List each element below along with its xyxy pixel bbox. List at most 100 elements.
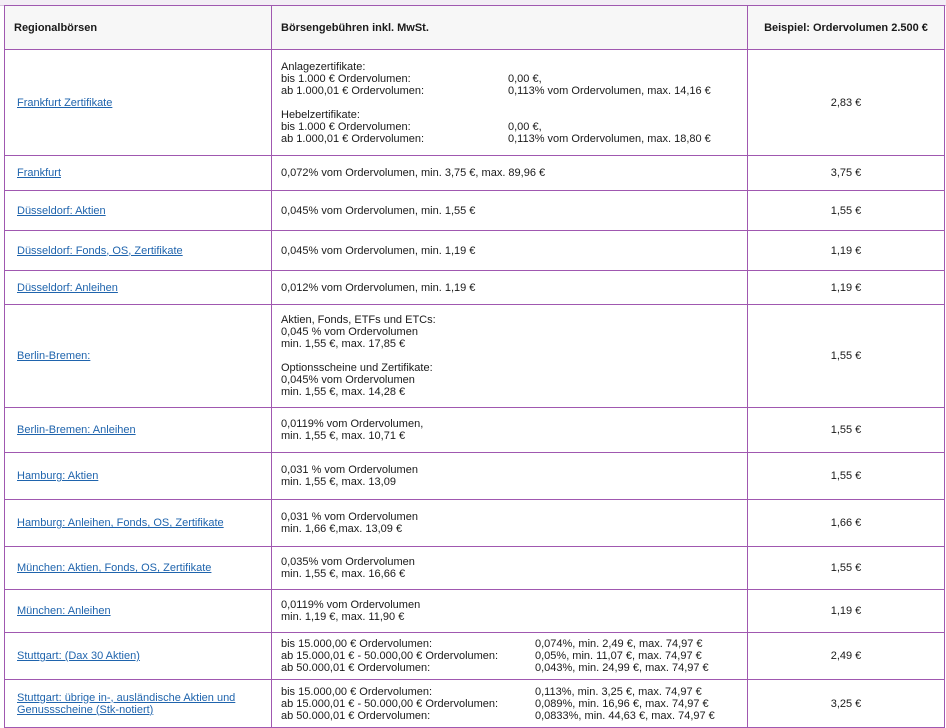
table-row: Berlin-Bremen: Aktien, Fonds, ETFs und ET… xyxy=(4,304,945,408)
fee-cell: bis 15.000,00 € Ordervolumen: 0,113%, min… xyxy=(271,679,748,728)
example-value: 1,55 € xyxy=(747,546,945,590)
fee-text: min. 1,66 €,max. 13,09 € xyxy=(281,523,403,535)
exchange-link[interactable]: Stuttgart: übrige in-, ausländische Akti… xyxy=(17,692,235,716)
exchange-link[interactable]: Düsseldorf: Anleihen xyxy=(17,282,118,294)
fee-threshold: bis 1.000 € Ordervolumen: xyxy=(281,120,411,133)
fee-text: 0,045% vom Ordervolumen, min. 1,19 € xyxy=(281,244,476,257)
fee-line: bis 15.000,00 € Ordervolumen: 0,074%, min… xyxy=(281,638,739,650)
exchange-cell: Düsseldorf: Aktien xyxy=(4,190,272,231)
example-value: 1,55 € xyxy=(747,452,945,500)
fee-cell: Anlagezertifikate: bis 1.000 € Ordervolum… xyxy=(271,49,748,156)
example-value: 1,55 € xyxy=(747,407,945,453)
example-value: 1,19 € xyxy=(747,589,945,633)
fee-cell: bis 15.000,00 € Ordervolumen: 0,074%, min… xyxy=(271,632,748,680)
fee-table: Regionalbörsen Börsengebühren inkl. MwSt… xyxy=(4,5,945,728)
exchange-cell: Berlin-Bremen: xyxy=(4,304,272,408)
exchange-link[interactable]: Frankfurt xyxy=(17,167,61,179)
fee-cell: 0,031 % vom Ordervolumen min. 1,55 €, max… xyxy=(271,452,748,500)
fee-line: ab 50.000,01 € Ordervolumen: 0,043%, min.… xyxy=(281,662,739,674)
fee-line: ab 1.000,01 € Ordervolumen: 0,113% vom Or… xyxy=(281,85,739,97)
exchange-link[interactable]: Stuttgart: (Dax 30 Aktien) xyxy=(17,650,140,662)
header-fees: Börsengebühren inkl. MwSt. xyxy=(271,5,748,50)
fee-line: bis 1.000 € Ordervolumen: 0,00 €, xyxy=(281,121,739,133)
example-value: 2,83 € xyxy=(747,49,945,156)
fee-cell: Aktien, Fonds, ETFs und ETCs: 0,045 % vom… xyxy=(271,304,748,408)
fee-text: Optionsscheine und Zertifikate: xyxy=(281,362,433,374)
fee-text: 0,0119% vom Ordervolumen xyxy=(281,599,421,611)
fee-line: ab 1.000,01 € Ordervolumen: 0,113% vom Or… xyxy=(281,133,739,145)
header-row: Regionalbörsen Börsengebühren inkl. MwSt… xyxy=(4,5,945,50)
fee-rate: 0,05%, min. 11,07 €, max. 74,97 € xyxy=(535,650,702,662)
exchange-cell: München: Anleihen xyxy=(4,589,272,633)
exchange-link[interactable]: Düsseldorf: Fonds, OS, Zertifikate xyxy=(17,245,183,257)
table-row: Hamburg: Aktien 0,031 % vom Ordervolumen m… xyxy=(4,452,945,500)
exchange-cell: Stuttgart: übrige in-, ausländische Akti… xyxy=(4,679,272,728)
exchange-cell: Frankfurt Zertifikate xyxy=(4,49,272,156)
exchange-cell: Berlin-Bremen: Anleihen xyxy=(4,407,272,453)
fee-text: Hebelzertifikate: xyxy=(281,108,360,121)
table-row: Stuttgart: (Dax 30 Aktien) bis 15.000,00 … xyxy=(4,632,945,680)
exchange-link[interactable]: Frankfurt Zertifikate xyxy=(17,97,112,109)
fee-text: min. 1,55 €, max. 13,09 xyxy=(281,476,396,488)
fee-threshold: ab 50.000,01 € Ordervolumen: xyxy=(281,662,431,674)
fee-rate: 0,113% vom Ordervolumen, max. 14,16 € xyxy=(508,84,711,97)
table-row: München: Anleihen 0,0119% vom Ordervolume… xyxy=(4,589,945,633)
table-row: Frankfurt 0,072% vom Ordervolumen, min. 3… xyxy=(4,155,945,191)
fee-threshold: bis 15.000,00 € Ordervolumen: xyxy=(281,638,433,650)
exchange-link[interactable]: Hamburg: Anleihen, Fonds, OS, Zertifikat… xyxy=(17,517,224,529)
fee-line: bis 15.000,00 € Ordervolumen: 0,113%, min… xyxy=(281,686,739,698)
fee-text: min. 1,19 €, max. 11,90 € xyxy=(281,611,405,623)
fee-rate: 0,074%, min. 2,49 €, max. 74,97 € xyxy=(535,638,703,650)
fee-text: min. 1,55 €, max. 10,71 € xyxy=(281,430,406,442)
example-value: 3,75 € xyxy=(747,155,945,191)
exchange-link[interactable]: München: Anleihen xyxy=(17,605,111,617)
fee-text: 0,031 % vom Ordervolumen xyxy=(281,464,418,476)
example-value: 2,49 € xyxy=(747,632,945,680)
fee-rate: 0,043%, min. 24,99 €, max. 74,97 € xyxy=(535,662,709,674)
exchange-link[interactable]: Berlin-Bremen: Anleihen xyxy=(17,424,136,436)
fee-text: 0,012% vom Ordervolumen, min. 1,19 € xyxy=(281,281,476,294)
fee-text: min. 1,55 €, max. 16,66 € xyxy=(281,568,406,580)
table-row: Hamburg: Anleihen, Fonds, OS, Zertifikat… xyxy=(4,499,945,547)
fee-cell: 0,072% vom Ordervolumen, min. 3,75 €, ma… xyxy=(271,155,748,191)
fee-threshold: ab 1.000,01 € Ordervolumen: xyxy=(281,84,425,97)
exchange-link[interactable]: München: Aktien, Fonds, OS, Zertifikate xyxy=(17,562,211,574)
fee-cell: 0,0119% vom Ordervolumen, min. 1,55 €, ma… xyxy=(271,407,748,453)
exchange-cell: Düsseldorf: Fonds, OS, Zertifikate xyxy=(4,230,272,271)
exchange-cell: Frankfurt xyxy=(4,155,272,191)
fee-rate: 0,00 €, xyxy=(508,72,542,85)
example-value: 1,19 € xyxy=(747,230,945,271)
example-value: 3,25 € xyxy=(747,679,945,728)
fee-cell: 0,0119% vom Ordervolumen min. 1,19 €, max… xyxy=(271,589,748,633)
exchange-link[interactable]: Düsseldorf: Aktien xyxy=(17,205,106,217)
fee-cell: 0,045% vom Ordervolumen, min. 1,55 € xyxy=(271,190,748,231)
header-example: Beispiel: Ordervolumen 2.500 € xyxy=(747,5,945,50)
exchange-cell: Hamburg: Anleihen, Fonds, OS, Zertifikat… xyxy=(4,499,272,547)
fee-threshold: ab 15.000,01 € - 50.000,00 € Ordervolume… xyxy=(281,697,499,710)
example-value: 1,19 € xyxy=(747,270,945,305)
exchange-link[interactable]: Hamburg: Aktien xyxy=(17,470,98,482)
header-exchanges: Regionalbörsen xyxy=(4,5,272,50)
fee-cell: 0,035% vom Ordervolumen min. 1,55 €, max.… xyxy=(271,546,748,590)
fee-line: ab 15.000,01 € - 50.000,00 € Ordervolume… xyxy=(281,698,739,710)
fee-text: min. 1,55 €, max. 17,85 € xyxy=(281,338,406,350)
example-value: 1,55 € xyxy=(747,190,945,231)
fee-rate: 0,00 €, xyxy=(508,120,542,133)
fee-line: bis 1.000 € Ordervolumen: 0,00 €, xyxy=(281,73,739,85)
table-row: Düsseldorf: Fonds, OS, Zertifikate 0,045%… xyxy=(4,230,945,271)
fee-line: ab 50.000,01 € Ordervolumen: 0,0833%, min… xyxy=(281,710,739,722)
fee-rate: 0,0833%, min. 44,63 €, max. 74,97 € xyxy=(535,709,715,722)
table-row: Stuttgart: übrige in-, ausländische Akti… xyxy=(4,679,945,728)
fee-threshold: ab 50.000,01 € Ordervolumen: xyxy=(281,709,431,722)
table-row: Düsseldorf: Anleihen 0,012% vom Ordervolu… xyxy=(4,270,945,305)
example-value: 1,66 € xyxy=(747,499,945,547)
fee-text: min. 1,55 €, max. 14,28 € xyxy=(281,386,406,398)
fee-cell: 0,031 % vom Ordervolumen min. 1,66 €,max.… xyxy=(271,499,748,547)
example-value: 1,55 € xyxy=(747,304,945,408)
exchange-link[interactable]: Berlin-Bremen: xyxy=(17,350,90,362)
fee-threshold: bis 1.000 € Ordervolumen: xyxy=(281,72,411,85)
fee-text: Aktien, Fonds, ETFs und ETCs: xyxy=(281,314,436,326)
fee-text: Anlagezertifikate: xyxy=(281,60,366,73)
fee-cell: 0,045% vom Ordervolumen, min. 1,19 € xyxy=(271,230,748,271)
